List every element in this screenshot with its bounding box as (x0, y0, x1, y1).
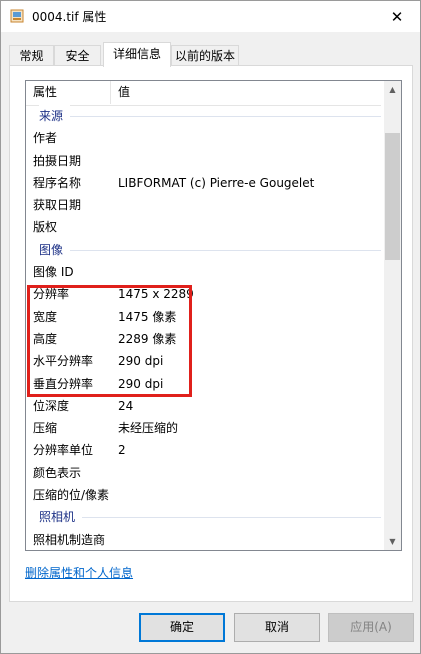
property-name: 图像 ID (33, 265, 74, 280)
file-icon (10, 9, 24, 23)
property-value[interactable]: 2289 像素 (118, 328, 176, 350)
property-name: 分辨率单位 (33, 443, 94, 458)
property-row[interactable]: 图像 ID (26, 261, 381, 283)
group-header[interactable]: 照相机 (26, 506, 381, 529)
property-name: 程序名称 (33, 175, 82, 190)
property-name: 压缩 (33, 421, 58, 436)
property-row[interactable]: 高度 2289 像素 (26, 328, 381, 350)
property-name: 水平分辨率 (33, 354, 94, 369)
window-title: 0004.tif 属性 (32, 10, 107, 24)
property-value[interactable]: LIBFORMAT (c) Pierre-e Gougelet (118, 172, 314, 194)
tab-details[interactable]: 详细信息 (103, 42, 171, 67)
chevron-down-icon[interactable]: ▼ (384, 533, 401, 550)
group-divider (39, 517, 381, 519)
tab-security[interactable]: 安全 (54, 45, 101, 65)
property-row[interactable]: 颜色表示 (26, 462, 381, 484)
property-value[interactable]: 24 (118, 395, 133, 417)
column-header-property[interactable]: 属性 (33, 81, 57, 105)
property-value[interactable]: 2 (118, 439, 126, 461)
property-value[interactable]: 290 dpi (118, 373, 163, 395)
property-row[interactable]: 压缩的位/像素 (26, 484, 381, 506)
group-label: 来源 (39, 105, 71, 127)
group-divider (39, 249, 381, 251)
property-row[interactable]: 分辨率 1475 x 2289 (26, 283, 381, 305)
property-row[interactable]: 获取日期 (26, 194, 381, 216)
property-name: 垂直分辨率 (33, 376, 94, 391)
property-row[interactable]: 宽度 1475 像素 (26, 306, 381, 328)
property-value[interactable]: 1475 像素 (118, 306, 176, 328)
tab-strip: 常规 安全 详细信息 以前的版本 (9, 42, 413, 67)
property-value[interactable]: 1475 x 2289 (118, 283, 194, 305)
property-row[interactable]: 分辨率单位 2 (26, 439, 381, 461)
property-row[interactable]: 压缩 未经压缩的 (26, 417, 381, 439)
property-row[interactable]: 垂直分辨率 290 dpi (26, 373, 381, 395)
group-header[interactable]: 图像 (26, 238, 381, 261)
chevron-up-icon[interactable]: ▲ (384, 81, 401, 98)
column-divider[interactable] (110, 81, 111, 104)
properties-dialog: 0004.tif 属性 ✕ 常规 安全 详细信息 以前的版本 属性 值 来源作者… (0, 0, 421, 654)
scrollbar-thumb[interactable] (385, 133, 400, 260)
property-value[interactable]: 未经压缩的 (118, 417, 178, 439)
close-icon: ✕ (390, 7, 404, 26)
property-row[interactable]: 位深度 24 (26, 395, 381, 417)
property-name: 压缩的位/像素 (33, 488, 110, 503)
property-row[interactable]: 程序名称 LIBFORMAT (c) Pierre-e Gougelet (26, 172, 381, 194)
property-row[interactable]: 照相机制造商 (26, 529, 381, 550)
details-panel: 属性 值 来源作者拍摄日期程序名称 LIBFORMAT (c) Pierre-e … (9, 65, 413, 602)
property-name: 位深度 (33, 398, 70, 413)
remove-properties-link[interactable]: 删除属性和个人信息 (25, 564, 133, 581)
close-button[interactable]: ✕ (374, 1, 420, 32)
property-name: 照相机制造商 (33, 532, 106, 547)
tab-previous-versions[interactable]: 以前的版本 (171, 45, 239, 65)
property-row[interactable]: 作者 (26, 127, 381, 149)
property-row[interactable]: 水平分辨率 290 dpi (26, 350, 381, 372)
property-name: 版权 (33, 220, 58, 235)
property-name: 颜色表示 (33, 465, 82, 480)
property-name: 宽度 (33, 309, 58, 324)
property-value[interactable]: 290 dpi (118, 350, 163, 372)
group-divider (39, 116, 381, 117)
properties-list[interactable]: 属性 值 来源作者拍摄日期程序名称 LIBFORMAT (c) Pierre-e … (25, 80, 402, 551)
apply-button[interactable]: 应用(A) (328, 613, 414, 642)
vertical-scrollbar[interactable]: ▲ ▼ (384, 81, 401, 550)
property-row[interactable]: 版权 (26, 216, 381, 238)
title-bar: 0004.tif 属性 ✕ (1, 1, 420, 32)
property-name: 高度 (33, 331, 58, 346)
column-header-value[interactable]: 值 (118, 81, 130, 105)
ok-button[interactable]: 确定 (139, 613, 225, 642)
group-header[interactable]: 来源 (26, 105, 381, 127)
property-name: 获取日期 (33, 198, 82, 213)
group-label: 图像 (39, 238, 71, 261)
property-name: 分辨率 (33, 287, 70, 302)
property-row[interactable]: 拍摄日期 (26, 150, 381, 172)
list-header: 属性 值 (26, 81, 381, 106)
group-label: 照相机 (39, 506, 83, 529)
property-name: 作者 (33, 131, 58, 146)
list-rows: 来源作者拍摄日期程序名称 LIBFORMAT (c) Pierre-e Gouge… (26, 105, 381, 550)
tab-general[interactable]: 常规 (9, 45, 54, 65)
cancel-button[interactable]: 取消 (234, 613, 320, 642)
property-name: 拍摄日期 (33, 153, 82, 168)
